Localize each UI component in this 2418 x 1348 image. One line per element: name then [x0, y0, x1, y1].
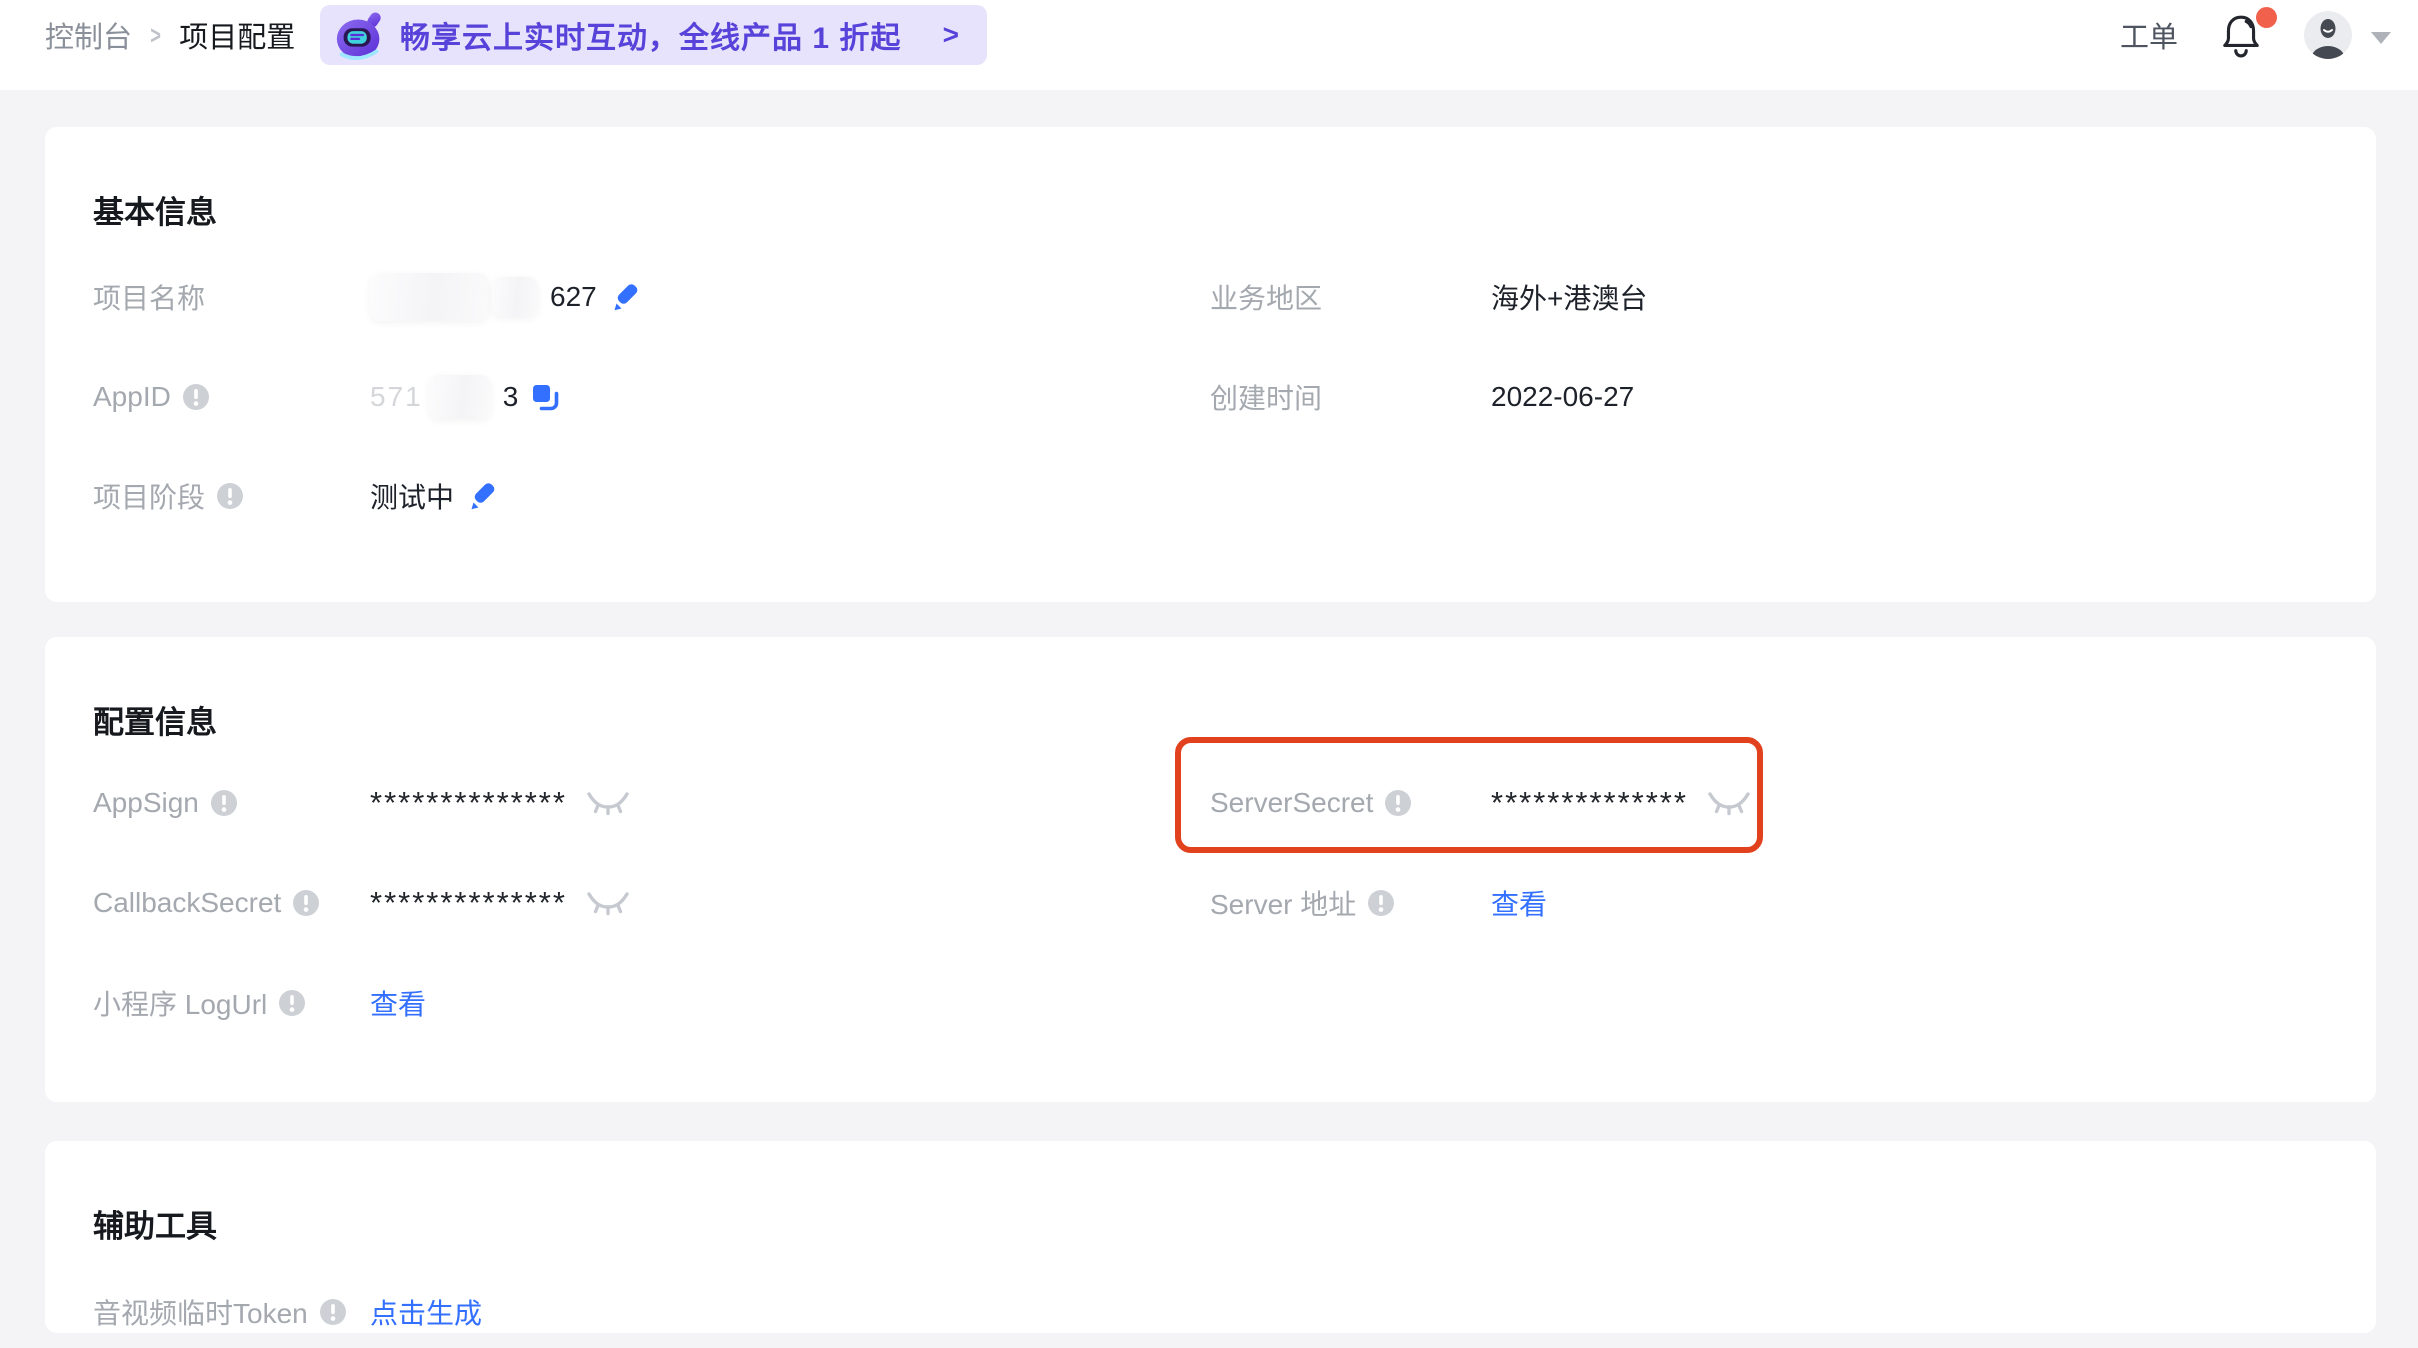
config-info-title: 配置信息: [93, 697, 217, 742]
miniprogram-logurl-view-link[interactable]: 查看: [370, 983, 426, 1023]
redaction-blur: [370, 273, 488, 321]
server-secret-masked-text: **************: [1491, 785, 1688, 821]
breadcrumb: 控制台 > 项目配置: [45, 0, 295, 70]
promo-banner[interactable]: 畅享云上实时互动，全线产品 1 折起 >: [320, 5, 987, 65]
project-stage-value: 测试中: [370, 476, 496, 516]
info-icon[interactable]: [183, 384, 209, 410]
project-config-page: 控制台 > 项目配置 畅享云上实时互动，全线产品 1 折起 > 工单: [0, 0, 2418, 1348]
callback-secret-row: CallbackSecret **************: [93, 879, 631, 927]
appid-visible-text: 3: [503, 381, 519, 413]
basic-info-card: 基本信息 项目名称 627 业务地区 海外+港澳台 A: [45, 127, 2376, 602]
edit-project-name-icon[interactable]: [609, 282, 639, 312]
appid-faint-text: 571: [370, 381, 423, 413]
redaction-blur: [429, 375, 491, 419]
notification-bell[interactable]: [2220, 12, 2268, 60]
appid-label: AppID: [93, 381, 370, 413]
top-bar: 控制台 > 项目配置 畅享云上实时互动，全线产品 1 折起 > 工单: [0, 0, 2418, 90]
created-time-value: 2022-06-27: [1491, 381, 1634, 413]
business-region-row: 业务地区 海外+港澳台: [1210, 273, 1647, 321]
eye-closed-icon[interactable]: [585, 789, 631, 817]
tools-card: 辅助工具 音视频临时Token 点击生成: [45, 1141, 2376, 1333]
appid-row: AppID 571 3: [93, 373, 560, 421]
project-name-row: 项目名称 627: [93, 273, 639, 321]
copy-appid-icon[interactable]: [530, 382, 560, 412]
callback-secret-value: **************: [370, 885, 631, 921]
callback-secret-label: CallbackSecret: [93, 887, 370, 919]
project-stage-row: 项目阶段 测试中: [93, 472, 496, 520]
project-stage-label: 项目阶段: [93, 476, 370, 516]
server-address-label: Server 地址: [1210, 883, 1491, 923]
breadcrumb-current: 项目配置: [179, 14, 295, 56]
appsign-row: AppSign **************: [93, 779, 631, 827]
appsign-value: **************: [370, 785, 631, 821]
miniprogram-logurl-label: 小程序 LogUrl: [93, 983, 370, 1023]
mascot-icon: [332, 6, 390, 64]
info-icon[interactable]: [293, 890, 319, 916]
eye-closed-icon[interactable]: [585, 889, 631, 917]
server-address-row: Server 地址 查看: [1210, 879, 1547, 927]
generate-token-link[interactable]: 点击生成: [370, 1292, 482, 1332]
info-icon[interactable]: [211, 790, 237, 816]
edit-project-stage-icon[interactable]: [466, 481, 496, 511]
miniprogram-logurl-row: 小程序 LogUrl 查看: [93, 979, 426, 1027]
appid-value: 571 3: [370, 375, 560, 419]
info-icon[interactable]: [320, 1299, 346, 1325]
avatar-icon: [2304, 11, 2352, 59]
server-address-view-link[interactable]: 查看: [1491, 883, 1547, 923]
callback-secret-masked-text: **************: [370, 885, 567, 921]
promo-banner-text: 畅享云上实时互动，全线产品 1 折起: [400, 13, 901, 57]
info-icon[interactable]: [217, 483, 243, 509]
promo-arrow-icon[interactable]: >: [943, 19, 959, 51]
project-name-value: 627: [370, 273, 639, 321]
server-secret-value: **************: [1491, 785, 1752, 821]
info-icon[interactable]: [279, 990, 305, 1016]
eye-closed-icon[interactable]: [1706, 789, 1752, 817]
project-name-label: 项目名称: [93, 277, 370, 317]
breadcrumb-console[interactable]: 控制台: [45, 14, 132, 56]
info-icon[interactable]: [1368, 890, 1394, 916]
config-info-card: 配置信息 AppSign **************: [45, 637, 2376, 1102]
notification-dot: [2256, 7, 2277, 28]
appsign-label: AppSign: [93, 787, 370, 819]
tools-title: 辅助工具: [93, 1201, 217, 1246]
business-region-label: 业务地区: [1210, 277, 1491, 317]
basic-info-title: 基本信息: [93, 187, 217, 232]
created-time-row: 创建时间 2022-06-27: [1210, 373, 1634, 421]
created-time-label: 创建时间: [1210, 377, 1491, 417]
ticket-link[interactable]: 工单: [2120, 0, 2178, 70]
user-avatar[interactable]: [2304, 11, 2352, 59]
business-region-value: 海外+港澳台: [1491, 277, 1647, 317]
temp-token-row: 音视频临时Token 点击生成: [93, 1288, 482, 1336]
info-icon[interactable]: [1385, 790, 1411, 816]
appsign-masked-text: **************: [370, 785, 567, 821]
temp-token-label: 音视频临时Token: [93, 1292, 370, 1332]
redaction-blur: [492, 277, 538, 317]
project-name-visible-text: 627: [550, 281, 597, 313]
breadcrumb-chevron-icon: >: [150, 20, 161, 51]
server-secret-row: ServerSecret **************: [1210, 779, 1752, 827]
server-secret-label: ServerSecret: [1210, 787, 1491, 819]
account-caret-icon[interactable]: [2371, 32, 2391, 44]
